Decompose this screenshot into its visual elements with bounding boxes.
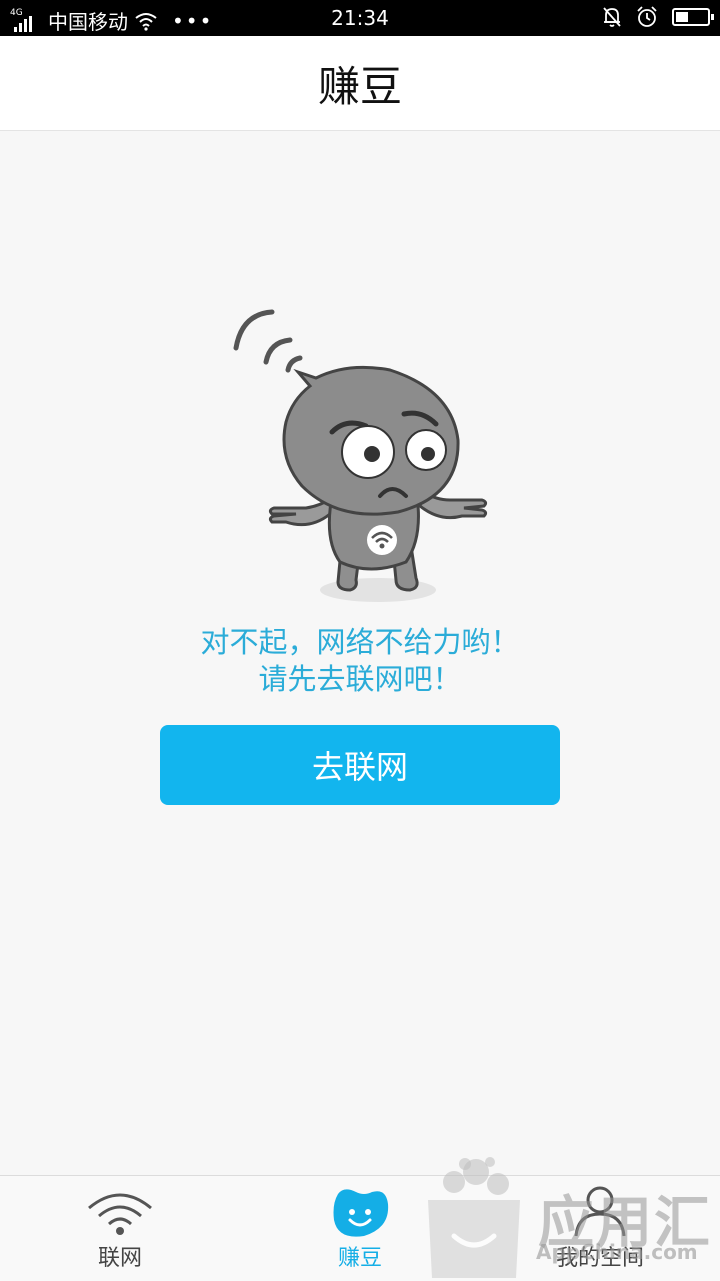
go-connect-button[interactable]: 去联网 <box>160 725 560 805</box>
bean-icon <box>333 1189 389 1237</box>
error-message-line2: 请先去联网吧！ <box>258 662 462 696</box>
page-title: 赚豆 <box>317 61 402 111</box>
tab-network-label: 联网 <box>97 1246 142 1271</box>
tab-earn-beans-label: 赚豆 <box>337 1246 382 1271</box>
mute-bell-icon <box>603 7 621 27</box>
person-icon <box>574 1186 626 1237</box>
error-message-line1: 对不起，网络不给力哟！ <box>200 625 520 659</box>
bottom-tab-bar: 联网 赚豆 我的空间 <box>0 1175 720 1281</box>
no-network-mascot-illustration <box>233 309 488 602</box>
tab-network[interactable]: 联网 <box>40 1176 200 1281</box>
tab-my-space-label: 我的空间 <box>555 1246 644 1271</box>
alarm-icon <box>637 6 657 27</box>
wifi-icon <box>88 1193 152 1235</box>
battery-icon <box>672 8 714 26</box>
app-header: 赚豆 <box>0 36 720 131</box>
tab-earn-beans[interactable]: 赚豆 <box>280 1176 440 1281</box>
status-bar: 4G 中国移动 ••• 21:34 <box>0 0 720 36</box>
tab-my-space[interactable]: 我的空间 <box>520 1176 680 1281</box>
status-right <box>602 6 714 28</box>
